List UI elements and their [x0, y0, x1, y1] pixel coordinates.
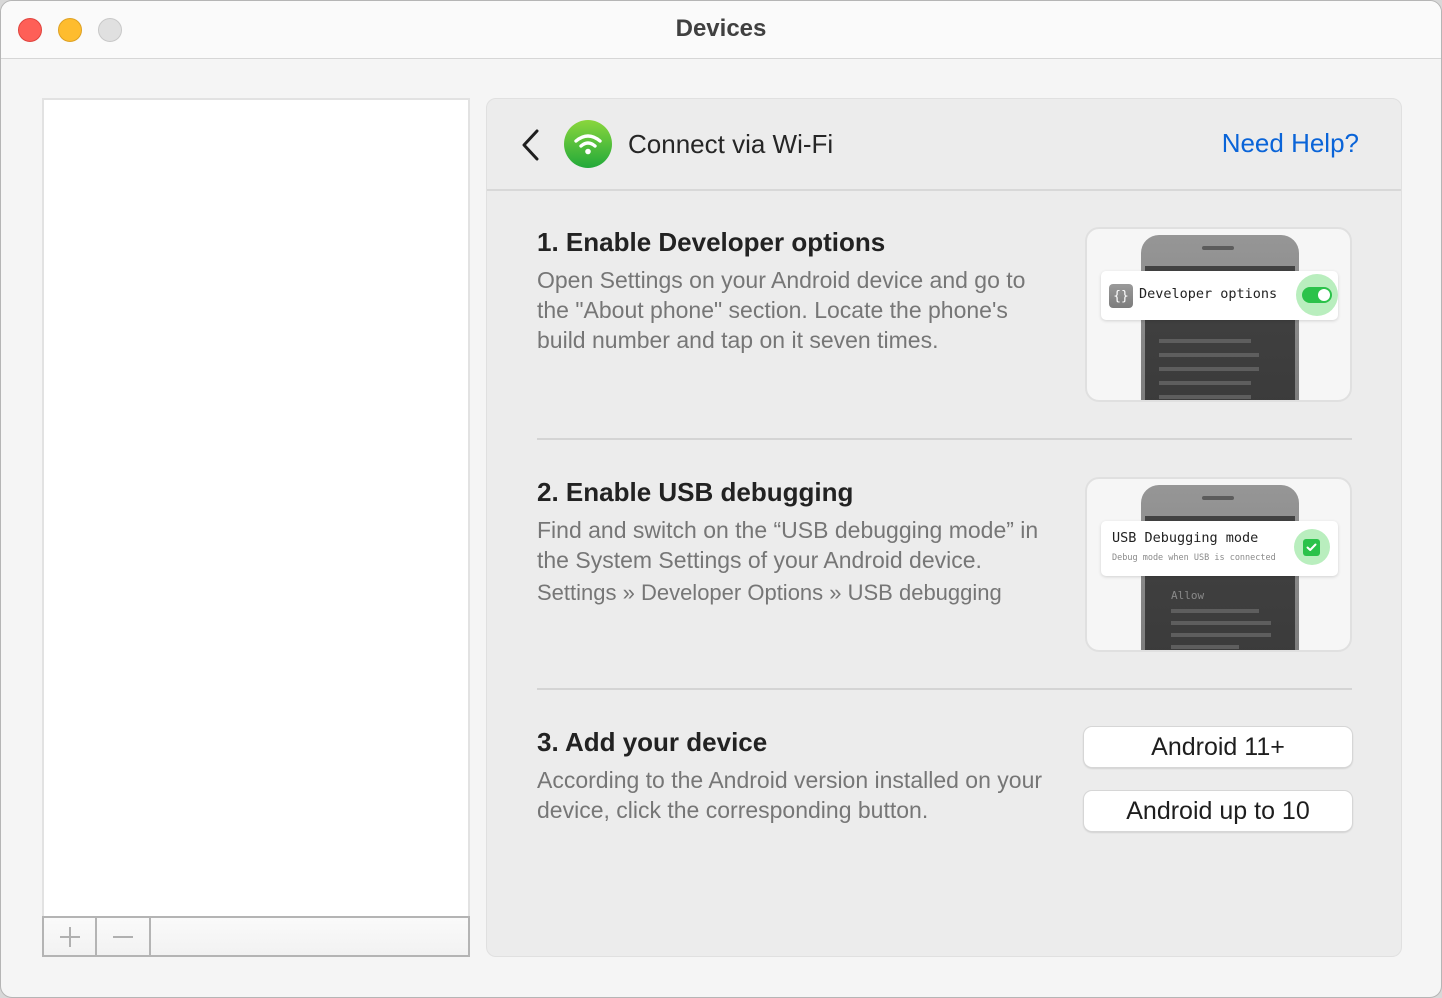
- step-description: Find and switch on the “USB debugging mo…: [537, 517, 1039, 573]
- android-11-plus-button[interactable]: Android 11+: [1084, 727, 1352, 767]
- connect-panel: Connect via Wi-Fi Need Help? 1. Enable D…: [486, 98, 1402, 957]
- back-button[interactable]: [515, 127, 547, 163]
- panel-header: Connect via Wi-Fi Need Help?: [487, 99, 1401, 191]
- developer-options-label: Developer options: [1139, 286, 1278, 302]
- checkbox-highlight: [1294, 529, 1330, 565]
- devices-window: Devices Connect via Wi-Fi Need Help? 1. …: [0, 0, 1442, 998]
- wifi-badge: [564, 120, 612, 168]
- usb-debugging-sublabel: Debug mode when USB is connected: [1112, 553, 1276, 563]
- android-up-to-10-button[interactable]: Android up to 10: [1084, 791, 1352, 831]
- panel-title: Connect via Wi-Fi: [628, 129, 834, 159]
- section-divider: [537, 688, 1352, 690]
- checkmark-icon: [1306, 543, 1317, 551]
- plus-icon: [59, 926, 80, 947]
- usb-debugging-checkbox: [1303, 539, 1320, 556]
- wifi-icon: [574, 134, 602, 155]
- title-bar: Devices: [1, 1, 1441, 59]
- toggle-highlight: [1296, 274, 1338, 316]
- need-help-link[interactable]: Need Help?: [1222, 128, 1359, 159]
- code-braces-icon: {}: [1109, 284, 1133, 308]
- device-list-toolbar: [42, 916, 470, 957]
- developer-options-illustration: {} Developer options: [1085, 227, 1352, 402]
- device-list[interactable]: [42, 98, 470, 917]
- remove-device-button[interactable]: [97, 918, 151, 955]
- developer-options-card: {} Developer options: [1101, 271, 1338, 320]
- add-device-button[interactable]: [44, 918, 97, 955]
- usb-debugging-label: USB Debugging mode: [1112, 530, 1259, 546]
- section-divider: [537, 438, 1352, 440]
- usb-debugging-card: USB Debugging mode Debug mode when USB i…: [1101, 521, 1338, 576]
- step-description: Open Settings on your Android device and…: [537, 267, 1026, 353]
- step-description: According to the Android version install…: [537, 767, 1043, 823]
- usb-debugging-illustration: Allow USB Debugging mode Debug mode when…: [1085, 477, 1352, 652]
- minus-icon: [113, 935, 133, 938]
- developer-options-toggle: [1302, 287, 1332, 303]
- window-title: Devices: [675, 15, 767, 42]
- allow-text: Allow: [1171, 589, 1205, 602]
- chevron-left-icon: [522, 129, 539, 161]
